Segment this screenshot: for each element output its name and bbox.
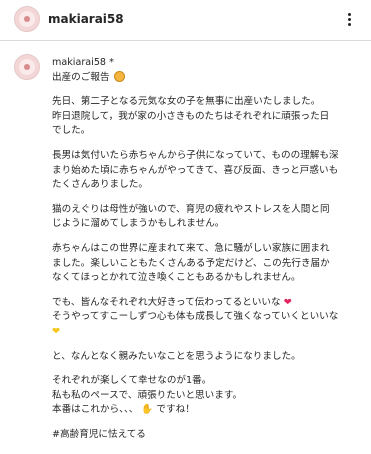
caption-line: 長男は気付いたら赤ちゃんから子供になっていて、ものの理解も深 — [52, 149, 339, 161]
caption-line: 私も私のペースで、頑張りたいと思います。 — [52, 389, 243, 401]
caption-author-line: makiarai58 * — [52, 56, 365, 71]
post-header: makiarai58 — [0, 0, 371, 41]
caption-line: 先日、第二子となる元気な女の子を無事に出産いたしました。 — [52, 96, 321, 108]
flexed-biceps-emoji: ✋ — [141, 404, 154, 416]
caption-line: じように溜めてしまうかもしれません。 — [52, 218, 225, 230]
caption-line: 昨日退院して，我が家の小さきものたちはそれぞれに頑張った日 — [52, 110, 330, 122]
caption-line: たくさんありました。 — [52, 179, 148, 191]
post-caption: makiarai58 * 出産のご報告 先日、第二子となる元気な女の子を無事に出… — [52, 56, 365, 442]
caption-line: 猫のえぐりは母性が強いので、育児の疲れやストレスを人間と同 — [52, 203, 330, 215]
caption-line: なくてほっとかれて泣き喚くこともあるかもしれません。 — [52, 272, 301, 284]
post-author-avatar[interactable] — [14, 54, 40, 80]
yellow-heart-emoji: ❤ — [52, 325, 61, 337]
caption-username[interactable]: makiarai58 — [52, 57, 106, 68]
caption-line: ました。楽しいこともたくさんある予定だけど、この先行き届か — [52, 257, 330, 269]
caption-line: ❤ — [52, 325, 365, 340]
red-heart-emoji: ❤ — [283, 296, 292, 308]
header-avatar[interactable] — [14, 6, 40, 32]
more-options-icon[interactable] — [339, 11, 359, 27]
caption-title: 出産のご報告 — [52, 70, 365, 86]
face-emoji — [113, 70, 125, 82]
header-username[interactable]: makiarai58 — [48, 12, 124, 26]
caption-line: でも、皆んなそれぞれ大好きって伝わってるといいな ❤ — [52, 296, 292, 308]
caption-line: 本番はこれから、、、 ✋ ですね！ — [52, 404, 195, 416]
caption-line: でした。 — [52, 125, 91, 137]
verified-mark: * — [109, 57, 114, 68]
caption-line: と、なんとなく親みたいなことを思うようになりました。 — [52, 350, 301, 362]
caption-line: 赤ちゃんはこの世界に産まれて来て、急に騒がしい家族に囲まれ — [52, 242, 330, 254]
hashtag-link[interactable]: #高齢育児に怯えてる — [52, 428, 365, 443]
caption-line: そうやってすこーしずつ心も体も成長して強くなっていくといいな — [52, 311, 339, 323]
caption-line: それぞれが楽しくて幸せなのが1番。 — [52, 375, 212, 387]
caption-line: まり始めた頃に赤ちゃんがやってきて、喜び反面、きっと戸惑いも — [52, 164, 339, 176]
